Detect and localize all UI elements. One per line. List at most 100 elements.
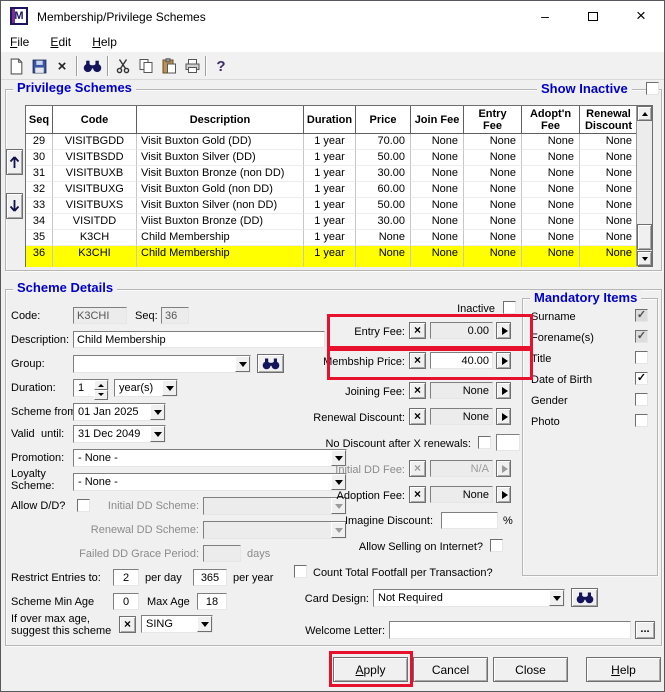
imagine-discount-field[interactable] [441,512,498,529]
inactive-checkbox[interactable] [503,301,516,314]
membship-price-clear-button[interactable]: × [409,352,426,369]
cancel-button[interactable]: Cancel [413,657,488,682]
table-cell[interactable]: None [522,246,580,262]
mandatory-item-checkbox[interactable] [635,414,648,427]
group-select[interactable] [73,355,251,373]
adoption-fee-clear-button[interactable]: × [409,486,426,503]
table-cell[interactable]: None [580,150,638,166]
table-row[interactable]: 33 VISITBUXS Visit Buxton Silver (non DD) 1… [26,198,638,214]
help-button-footer[interactable]: Help [586,657,661,682]
mandatory-item-checkbox[interactable] [635,372,648,385]
welcome-letter-field[interactable] [389,621,631,639]
table-cell[interactable]: Visit Buxton Bronze (non DD) [137,166,304,182]
close-button-footer[interactable]: Close [493,657,568,682]
move-row-down-button[interactable] [6,193,23,219]
table-cell[interactable]: None [356,230,411,246]
table-cell[interactable]: 35 [26,230,53,246]
table-cell[interactable]: None [411,214,464,230]
table-cell[interactable]: None [411,230,464,246]
table-cell[interactable]: 1 year [304,246,356,262]
table-cell[interactable]: None [522,198,580,214]
menu-file[interactable]: File [1,31,38,52]
table-cell[interactable]: VISITBUXS [53,198,137,214]
no-discount-checkbox[interactable] [478,436,491,449]
count-footfall-checkbox[interactable] [294,565,307,578]
table-cell[interactable]: None [411,150,464,166]
menu-help[interactable]: Help [83,31,126,52]
table-cell[interactable]: None [356,246,411,262]
maximize-button[interactable] [572,1,614,31]
table-cell[interactable]: 1 year [304,166,356,182]
table-cell[interactable]: None [522,182,580,198]
delete-button[interactable]: × [51,55,73,77]
table-cell[interactable]: 31 [26,166,53,182]
table-cell[interactable]: VISITBGDD [53,134,137,150]
table-cell[interactable]: 50.00 [356,150,411,166]
table-cell[interactable]: VISITBUXG [53,182,137,198]
table-cell[interactable]: 70.00 [356,134,411,150]
entry-fee-field[interactable] [430,322,493,339]
entry-fee-clear-button[interactable]: × [409,322,426,339]
spinner-buttons[interactable] [94,380,108,400]
code-field[interactable] [73,307,127,324]
table-cell[interactable]: None [464,182,522,198]
table-cell[interactable]: 50.00 [356,198,411,214]
column-header[interactable]: Description [137,106,304,134]
table-cell[interactable]: None [580,182,638,198]
apply-button[interactable]: Apply [333,657,408,682]
table-cell[interactable]: 1 year [304,134,356,150]
table-cell[interactable]: 1 year [304,198,356,214]
table-cell[interactable]: 1 year [304,150,356,166]
group-lookup-button[interactable] [257,354,284,373]
renewal-discount-edit-button[interactable] [496,408,511,425]
renewal-discount-clear-button[interactable]: × [409,408,426,425]
table-cell[interactable]: None [464,150,522,166]
table-row[interactable]: 30 VISITBSDD Visit Buxton Silver (DD) 1 yea… [26,150,638,166]
table-cell[interactable]: Child Membership [137,246,304,262]
table-cell[interactable]: Visit Buxton Silver (DD) [137,150,304,166]
save-button[interactable] [28,55,50,77]
renewal-discount-field[interactable] [430,408,493,425]
max-age-field[interactable] [197,593,227,610]
close-button[interactable]: × [620,1,662,31]
per-year-field[interactable] [193,569,227,586]
column-header[interactable]: Entry Fee [464,106,522,134]
column-header[interactable]: Code [53,106,137,134]
table-cell[interactable]: K3CHI [53,246,137,262]
adoption-fee-edit-button[interactable] [496,486,511,503]
table-cell[interactable]: 30.00 [356,214,411,230]
column-header[interactable]: Seq [26,106,53,134]
table-cell[interactable]: VISITDD [53,214,137,230]
joining-fee-clear-button[interactable]: × [409,382,426,399]
table-cell[interactable]: VISITBUXB [53,166,137,182]
table-cell[interactable]: None [411,246,464,262]
table-row[interactable]: 35 K3CH Child Membership 1 year None None None… [26,230,638,246]
table-row[interactable]: 29 VISITBGDD Visit Buxton Gold (DD) 1 year 7… [26,134,638,150]
table-scrollbar[interactable] [636,106,652,266]
table-cell[interactable]: 30.00 [356,166,411,182]
table-cell[interactable]: None [464,134,522,150]
cut-button[interactable] [112,55,134,77]
table-cell[interactable]: 32 [26,182,53,198]
table-cell[interactable]: None [522,214,580,230]
table-cell[interactable]: None [464,166,522,182]
help-button-toolbar[interactable]: ? [210,55,232,77]
spin-down-icon[interactable] [94,390,108,400]
column-header[interactable]: Duration [304,106,356,134]
table-cell[interactable]: None [411,182,464,198]
table-cell[interactable]: 1 year [304,214,356,230]
table-cell[interactable]: None [522,230,580,246]
table-cell[interactable]: None [464,230,522,246]
new-button[interactable] [5,55,27,77]
entry-fee-edit-button[interactable] [496,322,511,339]
table-cell[interactable]: None [580,214,638,230]
column-header[interactable]: Adopt'n Fee [522,106,580,134]
table-cell[interactable]: 60.00 [356,182,411,198]
table-cell[interactable]: 34 [26,214,53,230]
over-max-clear-button[interactable]: × [119,616,136,633]
table-cell[interactable]: None [464,246,522,262]
chevron-down-icon[interactable] [549,590,564,606]
table-row[interactable]: 32 VISITBUXG Visit Buxton Gold (non DD) 1 y… [26,182,638,198]
table-cell[interactable]: 33 [26,198,53,214]
copy-button[interactable] [135,55,157,77]
